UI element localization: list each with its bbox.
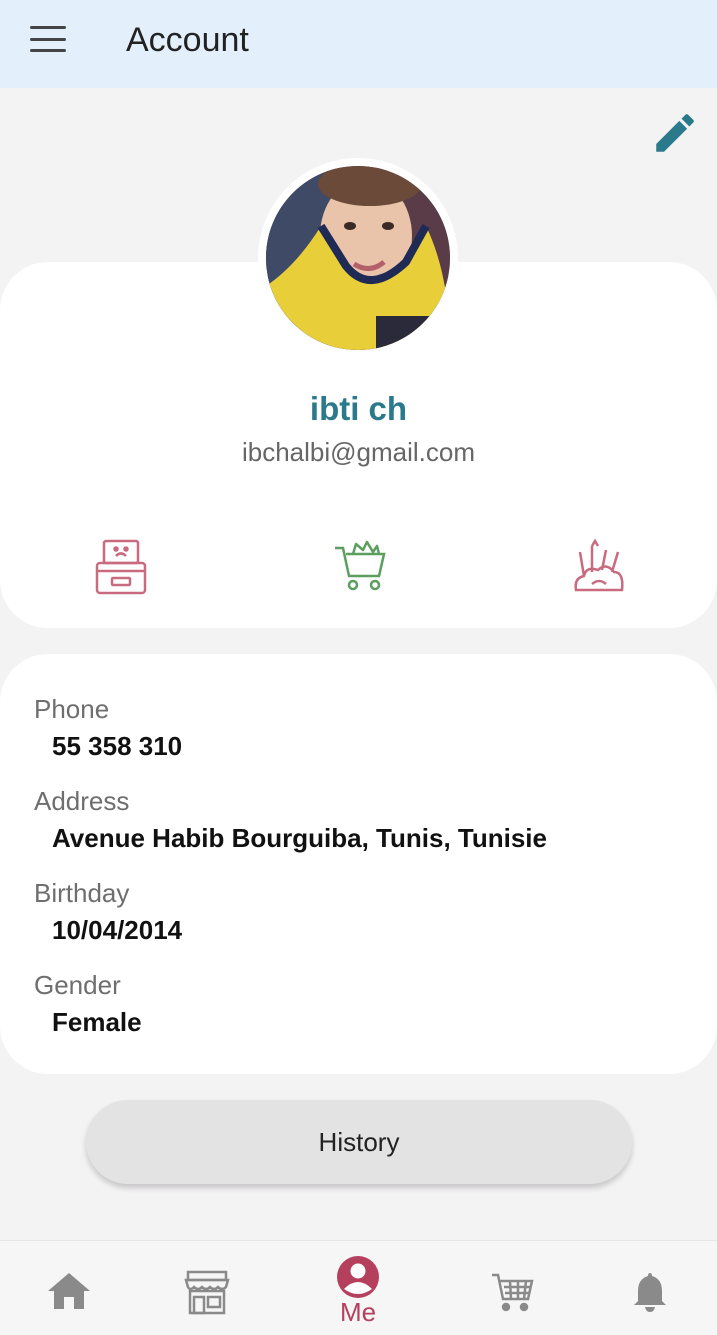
avatar-frame <box>258 158 458 358</box>
bell-icon <box>634 1273 666 1312</box>
birthday-label: Birthday <box>34 878 130 908</box>
pencil-icon <box>656 114 694 152</box>
app-bar: Account <box>0 0 717 88</box>
page-title: Account <box>126 21 249 59</box>
avatar[interactable] <box>266 166 450 350</box>
menu-icon[interactable] <box>30 26 66 52</box>
user-email: ibchalbi@gmail.com <box>241 437 476 467</box>
cart-shortcut-button[interactable] <box>333 538 387 596</box>
history-button[interactable]: History <box>86 1100 632 1184</box>
user-name: ibti ch <box>309 390 408 427</box>
account-circle-icon <box>337 1256 379 1298</box>
phone-label: Phone <box>34 694 110 724</box>
address-label: Address <box>34 786 130 816</box>
shopping-cart-icon <box>335 540 386 591</box>
nav-home[interactable] <box>40 1241 98 1335</box>
school-supplies-icon <box>574 538 624 592</box>
nav-notifications[interactable] <box>628 1241 672 1335</box>
nav-store[interactable] <box>180 1241 234 1335</box>
school-supplies-button[interactable] <box>572 538 626 596</box>
gender-label: Gender <box>34 970 121 1000</box>
nav-me-label: Me <box>339 1297 377 1327</box>
address-value: Avenue Habib Bourguiba, Tunis, Tunisie <box>52 823 547 853</box>
birthday-value: 10/04/2014 <box>52 915 183 945</box>
cart-icon <box>492 1273 534 1312</box>
nav-me[interactable]: Me <box>318 1241 398 1335</box>
cash-register-button[interactable] <box>94 538 148 596</box>
home-icon <box>48 1273 90 1309</box>
phone-value: 55 358 310 <box>52 731 183 761</box>
gender-value: Female <box>52 1007 142 1037</box>
nav-cart[interactable] <box>488 1241 536 1335</box>
bottom-navigation: Me <box>0 1240 717 1335</box>
cash-register-icon <box>95 539 147 595</box>
edit-profile-button[interactable] <box>650 108 700 158</box>
store-icon <box>184 1270 230 1315</box>
